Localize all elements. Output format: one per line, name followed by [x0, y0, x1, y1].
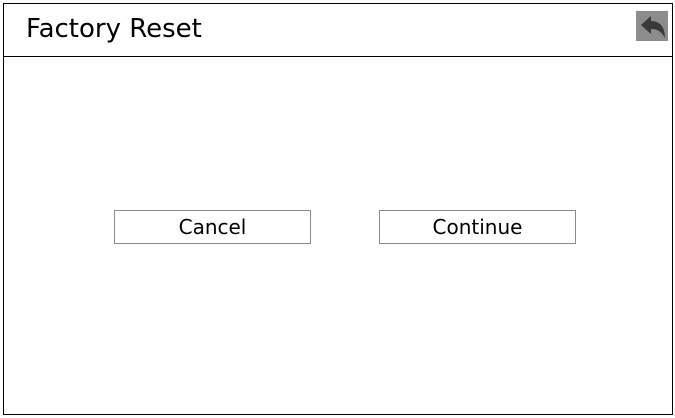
factory-reset-window: Factory Reset Cancel Continue [3, 3, 673, 415]
continue-button[interactable]: Continue [379, 210, 576, 244]
back-button[interactable] [636, 11, 668, 41]
page-title: Factory Reset [26, 14, 202, 44]
cancel-button[interactable]: Cancel [114, 210, 311, 244]
header-bar: Factory Reset [4, 4, 672, 57]
back-arrow-icon [641, 16, 665, 38]
